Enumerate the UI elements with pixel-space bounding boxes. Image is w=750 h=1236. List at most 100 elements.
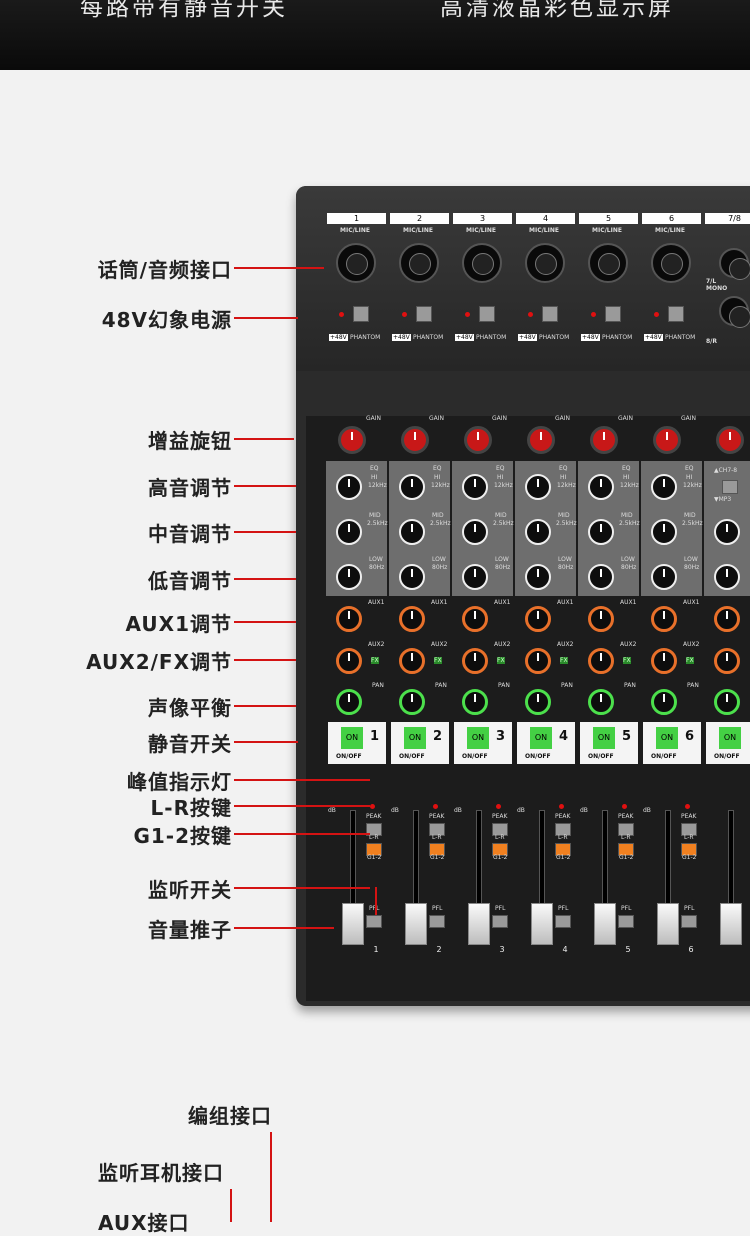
mid-knob[interactable] <box>336 519 362 545</box>
low-label: LOW <box>558 556 572 563</box>
aux2-knob[interactable] <box>399 648 425 674</box>
pan-knob[interactable] <box>399 689 425 715</box>
mute-switch[interactable]: ON <box>593 727 615 749</box>
volume-fader[interactable] <box>342 903 364 945</box>
stereo-gain-knob[interactable] <box>716 426 744 454</box>
callout-label: 静音开关 <box>148 732 232 756</box>
callout-line <box>234 317 298 319</box>
pfl-button[interactable] <box>492 915 508 928</box>
stereo-aux1-knob[interactable] <box>714 606 740 632</box>
callout-line <box>234 438 294 440</box>
hi-knob[interactable] <box>336 474 362 500</box>
stereo-volume-fader[interactable] <box>720 903 742 945</box>
mid-knob[interactable] <box>525 519 551 545</box>
volume-fader[interactable] <box>405 903 427 945</box>
phantom-button[interactable] <box>479 306 495 322</box>
peak-label: PEAK <box>429 813 445 820</box>
line-in-jack-right[interactable] <box>719 296 750 328</box>
bottom-label-headphone: 监听耳机接口 <box>98 1161 224 1185</box>
phantom-button[interactable] <box>605 306 621 322</box>
aux1-knob[interactable] <box>525 606 551 632</box>
aux1-knob[interactable] <box>399 606 425 632</box>
xlr-input-jack[interactable] <box>462 243 502 283</box>
xlr-input-jack[interactable] <box>399 243 439 283</box>
volume-fader[interactable] <box>468 903 490 945</box>
low-knob[interactable] <box>525 564 551 590</box>
aux2-knob[interactable] <box>462 648 488 674</box>
low-knob[interactable] <box>651 564 677 590</box>
volume-fader[interactable] <box>594 903 616 945</box>
hi-knob[interactable] <box>651 474 677 500</box>
low-knob[interactable] <box>462 564 488 590</box>
pfl-button[interactable] <box>618 915 634 928</box>
pfl-button[interactable] <box>555 915 571 928</box>
mid-knob[interactable] <box>462 519 488 545</box>
eq-label: EQ <box>559 465 568 472</box>
gain-knob[interactable] <box>464 426 492 454</box>
stereo-low-knob[interactable] <box>714 564 740 590</box>
stereo-mute-switch[interactable]: ON <box>719 727 741 749</box>
aux2-knob[interactable] <box>525 648 551 674</box>
phantom-button[interactable] <box>416 306 432 322</box>
volume-fader[interactable] <box>657 903 679 945</box>
mic-line-label: MIC/LINE <box>403 227 433 234</box>
pan-knob[interactable] <box>651 689 677 715</box>
low-knob[interactable] <box>336 564 362 590</box>
gain-knob[interactable] <box>590 426 618 454</box>
volume-fader[interactable] <box>531 903 553 945</box>
channel-number-bottom: 1 <box>373 945 379 954</box>
pan-knob[interactable] <box>336 689 362 715</box>
mute-switch[interactable]: ON <box>530 727 552 749</box>
mute-channel-number: 3 <box>496 729 506 744</box>
aux1-knob[interactable] <box>336 606 362 632</box>
pan-knob[interactable] <box>462 689 488 715</box>
low-label: LOW <box>369 556 383 563</box>
aux1-label: AUX1 <box>494 599 511 606</box>
aux2-knob[interactable] <box>588 648 614 674</box>
pfl-button[interactable] <box>681 915 697 928</box>
xlr-input-jack[interactable] <box>651 243 691 283</box>
aux1-knob[interactable] <box>588 606 614 632</box>
hi-knob[interactable] <box>588 474 614 500</box>
stereo-mid-knob[interactable] <box>714 519 740 545</box>
aux1-label: AUX1 <box>368 599 385 606</box>
mid-knob[interactable] <box>588 519 614 545</box>
pan-knob[interactable] <box>588 689 614 715</box>
aux2-knob[interactable] <box>336 648 362 674</box>
pfl-button[interactable] <box>429 915 445 928</box>
stereo-aux2-knob[interactable] <box>714 648 740 674</box>
mid-knob[interactable] <box>399 519 425 545</box>
low-knob[interactable] <box>588 564 614 590</box>
gain-knob[interactable] <box>401 426 429 454</box>
hi-knob[interactable] <box>399 474 425 500</box>
pan-label: PAN <box>561 682 573 689</box>
hi-knob[interactable] <box>462 474 488 500</box>
aux2-knob[interactable] <box>651 648 677 674</box>
mute-switch[interactable]: ON <box>404 727 426 749</box>
stereo-pan-knob[interactable] <box>714 689 740 715</box>
xlr-input-jack[interactable] <box>525 243 565 283</box>
pan-knob[interactable] <box>525 689 551 715</box>
source-select-button[interactable] <box>722 480 738 494</box>
phantom-button[interactable] <box>668 306 684 322</box>
on-off-label: ON/OFF <box>525 753 551 760</box>
aux1-knob[interactable] <box>462 606 488 632</box>
hi-knob[interactable] <box>525 474 551 500</box>
gain-knob[interactable] <box>653 426 681 454</box>
line-in-jack-left[interactable] <box>719 248 750 280</box>
low-knob[interactable] <box>399 564 425 590</box>
channel-strip: 1 MIC/LINE +48V PHANTOM GAIN EQ HI 12kHz MID 2.5k… <box>326 186 388 1006</box>
gain-knob[interactable] <box>527 426 555 454</box>
mute-switch[interactable]: ON <box>467 727 489 749</box>
mute-switch[interactable]: ON <box>341 727 363 749</box>
aux1-knob[interactable] <box>651 606 677 632</box>
phantom-button[interactable] <box>353 306 369 322</box>
pfl-button[interactable] <box>366 915 382 928</box>
gain-knob[interactable] <box>338 426 366 454</box>
phantom-led <box>465 312 470 317</box>
mute-switch[interactable]: ON <box>656 727 678 749</box>
phantom-button[interactable] <box>542 306 558 322</box>
mid-knob[interactable] <box>651 519 677 545</box>
xlr-input-jack[interactable] <box>336 243 376 283</box>
xlr-input-jack[interactable] <box>588 243 628 283</box>
